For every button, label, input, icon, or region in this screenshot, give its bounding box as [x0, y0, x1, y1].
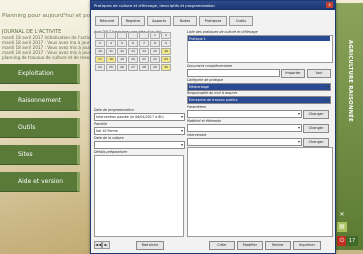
calendar-empty-cell [95, 32, 105, 39]
calendar-day[interactable]: 15 [150, 48, 160, 55]
calendar-day[interactable]: 22 [150, 56, 160, 63]
app-brand-label: AGRICULTURE RAISONNÉE [347, 40, 353, 122]
tab-registre[interactable]: Registre [121, 16, 145, 26]
responsable-select[interactable]: Entreprise de travaux publics [187, 96, 331, 104]
calendar-day[interactable]: 2 [161, 32, 171, 39]
imprimer-button[interactable]: Imprimer [293, 241, 321, 250]
calendar-day[interactable]: 4 [106, 40, 116, 47]
importer-button[interactable]: Importer [281, 69, 305, 78]
calendar-day[interactable]: 29 [150, 64, 160, 71]
calendar-day[interactable]: 8 [150, 40, 160, 47]
calendar-day[interactable]: 12 [117, 48, 127, 55]
details-label: Détails préparatoire [94, 150, 128, 154]
calendar-empty-cell [106, 32, 116, 39]
calendar-day[interactable]: 1 [150, 32, 160, 39]
programmation-select[interactable]: Intervention passée (le 06/04/2017 à 8h) [94, 113, 185, 121]
calendar-empty-cell [139, 32, 149, 39]
note-icon[interactable]: ▤ [337, 222, 347, 232]
responsable-label: Responsable du mot à assurer [187, 91, 238, 95]
calendar-grid: 1 2 3 4 5 6 7 8 9 10 11 12 13 14 15 16 17 18 19 20 21 22 23 24 2… [95, 32, 181, 92]
categorie-select[interactable]: Désherbage [187, 83, 331, 91]
date-culture-select[interactable] [94, 141, 185, 149]
dialog-title: Pratiques de culture et d'élevage, descr… [94, 3, 215, 8]
document-label: Document complémentaire [187, 64, 233, 68]
calendar-day[interactable]: 23 [161, 56, 171, 63]
next-nav-button[interactable]: ► [102, 241, 110, 249]
changer-intervenant-button[interactable]: Changer [303, 138, 329, 147]
tab-pratiques[interactable]: Pratiques [199, 16, 227, 26]
tools-icon[interactable]: ✕ [337, 210, 347, 220]
menu-aide[interactable]: Aide et version [0, 172, 80, 192]
calendar-empty-cell [128, 32, 138, 39]
close-button[interactable]: x [326, 2, 333, 8]
calendar-day[interactable]: 9 [161, 40, 171, 47]
menu-exploitation[interactable]: Exploitation [0, 64, 80, 84]
intervenant-select[interactable] [187, 138, 302, 146]
voir-button[interactable]: Voir [307, 69, 331, 78]
calendar-day[interactable]: 7 [139, 40, 149, 47]
calendar-day[interactable]: 25 [106, 64, 116, 71]
changer-parametres-button[interactable]: Changer [303, 110, 329, 119]
materiel-select[interactable] [187, 124, 302, 132]
parcelle-select[interactable]: Ilot 10 Ferme [94, 127, 185, 135]
calendar-day[interactable]: 21 [139, 56, 149, 63]
parametres-select[interactable] [187, 110, 302, 118]
left-menu: Exploitation Raisonnement Outils Sites A… [0, 64, 80, 199]
pratiques-list-label: Liste des pratiques de culture et d'élev… [187, 30, 258, 34]
calendar-day[interactable]: 19 [117, 56, 127, 63]
materiel-label: Matériel et éléments [187, 119, 222, 123]
calendar-day[interactable]: 10 [95, 48, 105, 55]
calendar-empty-cell [117, 32, 127, 39]
calendar-day[interactable]: 13 [128, 48, 138, 55]
description-textarea[interactable] [187, 147, 333, 237]
calendar-day[interactable]: 5 [117, 40, 127, 47]
document-field[interactable] [187, 69, 280, 77]
parcelle-label: Parcelle [94, 122, 108, 126]
tab-apports[interactable]: Apports [147, 16, 171, 26]
changer-materiel-button[interactable]: Changer [303, 124, 329, 133]
calendar-day[interactable]: 28 [139, 64, 149, 71]
journal-line: planning de travaux de culture et de mes… [2, 55, 96, 60]
calendar-day[interactable]: 27 [128, 64, 138, 71]
page-number: 17 [346, 236, 358, 246]
calendar-day[interactable]: 17 [95, 56, 105, 63]
pratiques-dialog: Pratiques de culture et d'élevage, descr… [90, 0, 336, 254]
calendar-day[interactable]: 16 [161, 48, 171, 55]
tab-resume[interactable]: Résumé [95, 16, 119, 26]
menu-sites[interactable]: Sites [0, 145, 80, 165]
modifier-button[interactable]: Modifier [237, 241, 263, 250]
creer-button[interactable]: Créer [209, 241, 235, 250]
calendar-day[interactable]: 6 [128, 40, 138, 47]
programmation-label: Date de programmation [94, 108, 134, 112]
dialog-titlebar: Pratiques de culture et d'élevage, descr… [91, 1, 335, 10]
prev-nav-button[interactable]: ◄◄ [94, 241, 102, 249]
menu-outils[interactable]: Outils [0, 118, 80, 138]
calendar-day[interactable]: 18 [106, 56, 116, 63]
details-textarea[interactable] [94, 155, 184, 237]
pratiques-list: Pratique 1 [187, 35, 333, 63]
calendar-day[interactable]: 24 [95, 64, 105, 71]
retirer-button[interactable]: Retirer [265, 241, 291, 250]
menu-raisonnement[interactable]: Raisonnement [0, 91, 80, 111]
calendar-day[interactable]: 11 [106, 48, 116, 55]
parametres-label: Paramètres [187, 105, 207, 109]
planning-line: Planning pour aujourd'hui et pour d [2, 13, 102, 19]
tab-outils[interactable]: Outils [229, 16, 253, 26]
calendar-day[interactable]: 30 [161, 64, 171, 71]
intervenant-label: Intervenant [187, 133, 207, 137]
calendar-day[interactable]: 20 [128, 56, 138, 63]
calendar-day[interactable]: 26 [117, 64, 127, 71]
categorie-label: Catégorie de pratique [187, 78, 224, 82]
tab-notes[interactable]: Notes [173, 16, 197, 26]
date-culture-label: Date de la culture [94, 136, 124, 140]
rafraichir-button[interactable]: Rafraîchir [136, 241, 164, 250]
calendar-day[interactable]: 14 [139, 48, 149, 55]
calendar-day[interactable]: 3 [95, 40, 105, 47]
pratique-item[interactable]: Pratique 1 [188, 36, 330, 41]
